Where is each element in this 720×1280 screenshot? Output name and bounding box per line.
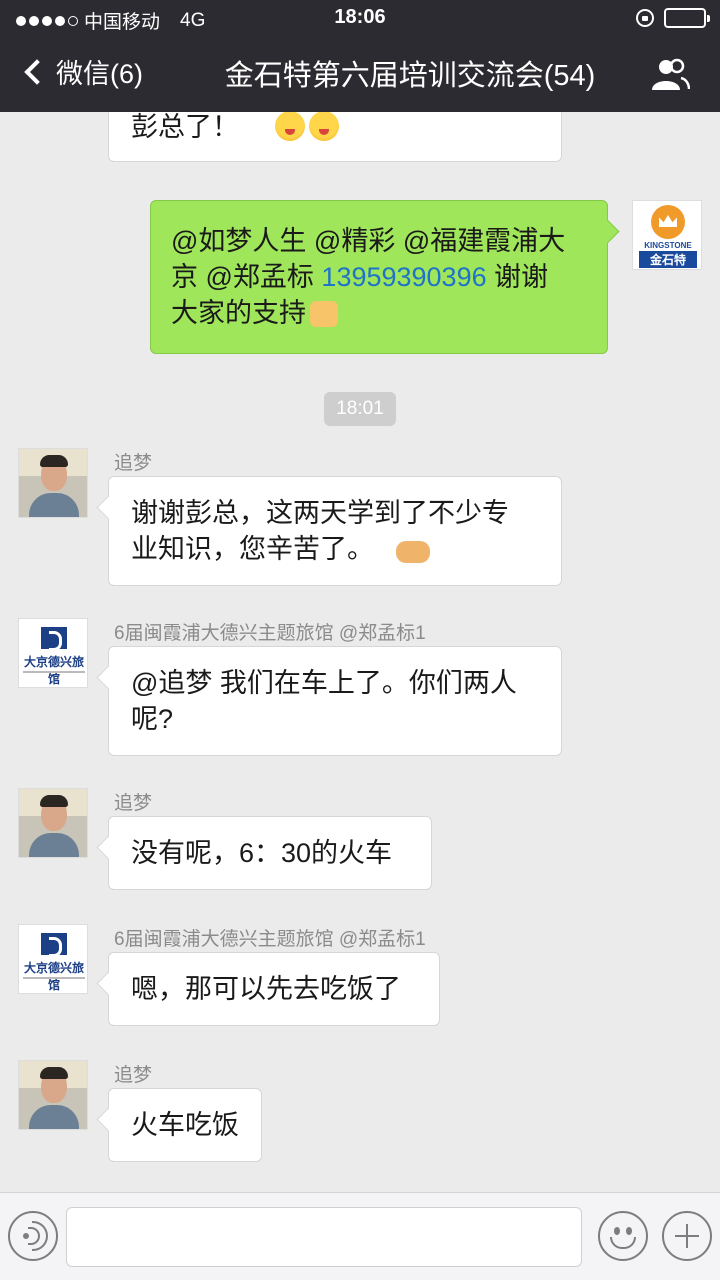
handshake-emoji-icon [396,541,430,563]
input-bar [0,1192,720,1280]
message-line: @追梦 我们在车上了。你们两人 [131,668,517,698]
avatar-zhuimeng[interactable] [18,448,88,518]
message-line: @如梦人生 @精彩 @福建霞浦大 [171,226,566,256]
avatar-self[interactable]: KINGSTONE 金石特 [632,200,702,270]
sender-name: 追梦 [114,1065,153,1086]
message-line: 谢谢 [486,262,549,292]
message-line: 呢? [131,704,174,734]
message-input[interactable] [66,1207,582,1267]
avatar-zhuimeng[interactable] [18,1060,88,1130]
message-bubble[interactable]: 火车吃饭 [108,1088,262,1162]
hotel-logo-icon [41,933,67,957]
sender-name: 追梦 [114,793,153,814]
back-button[interactable]: 微信(6) [22,52,143,91]
crown-logo-icon [651,205,685,239]
avatar-hotel[interactable]: 大京德兴旅馆 [18,618,88,688]
message-text: 嗯，那可以先去吃饭了 [131,974,401,1004]
message-bubble-self[interactable]: @如梦人生 @精彩 @福建霞浦大 京 @郑孟标 13959390396 谢谢 大… [150,200,608,354]
message-text: 没有呢，6：30的火车 [131,838,393,868]
message-bubble[interactable]: 彭总了！ [108,112,562,162]
message-bubble[interactable]: @追梦 我们在车上了。你们两人 呢? [108,646,562,756]
phone-link[interactable]: 13959390396 [321,262,486,292]
back-label: 微信(6) [56,59,143,89]
status-bar: 中国移动 4G 18:06 [0,0,720,38]
plus-icon[interactable] [662,1211,712,1261]
message-text: 火车吃饭 [131,1110,239,1140]
message-line: 大家的支持 [171,298,306,328]
chat-title: 金石特第六届培训交流会(54) [224,60,596,92]
nav-bar: 微信(6) 金石特第六届培训交流会(54) [0,38,720,112]
hotel-logo-icon [41,627,67,651]
sender-name: 6届闽霞浦大德兴主题旅馆 @郑孟标1 [114,623,426,644]
message-line: 京 @郑孟标 [171,262,322,292]
avatar-zhuimeng[interactable] [18,788,88,858]
message-line: 业知识，您辛苦了。 [131,534,374,564]
timestamp-chip: 18:01 [324,392,396,426]
message-list[interactable]: 彭总了！ @如梦人生 @精彩 @福建霞浦大 京 @郑孟标 13959390396… [0,112,720,1192]
rotation-lock-icon [636,9,654,27]
top-bar: 中国移动 4G 18:06 微信(6) 金石特第六届培训交流会(54) [0,0,720,112]
logo-text-cn: 金石特 [639,251,697,268]
sender-name: 6届闽霞浦大德兴主题旅馆 @郑孟标1 [114,929,426,950]
message-text: 彭总了！ [131,112,239,142]
message-bubble[interactable]: 没有呢，6：30的火车 [108,816,432,890]
voice-icon[interactable] [8,1211,58,1261]
battery-icon [664,8,710,28]
thumbs-up-emoji-icon [310,301,338,327]
chevron-left-icon [24,58,50,85]
wink-emoji-icon [308,112,339,141]
sender-name: 追梦 [114,453,153,474]
status-time: 18:06 [334,6,386,28]
avatar-hotel[interactable]: 大京德兴旅馆 [18,924,88,994]
emoji-icon[interactable] [598,1211,648,1261]
people-icon[interactable] [650,56,690,92]
hotel-logo-text: 大京德兴旅馆 [23,961,84,992]
message-line: 谢谢彭总，这两天学到了不少专 [131,498,509,528]
logo-text-en: KINGSTONE [644,241,692,250]
wink-emoji-icon [274,112,305,141]
message-bubble[interactable]: 嗯，那可以先去吃饭了 [108,952,440,1026]
hotel-logo-text: 大京德兴旅馆 [23,655,84,686]
message-bubble[interactable]: 谢谢彭总，这两天学到了不少专 业知识，您辛苦了。 [108,476,562,586]
status-right [636,8,710,28]
